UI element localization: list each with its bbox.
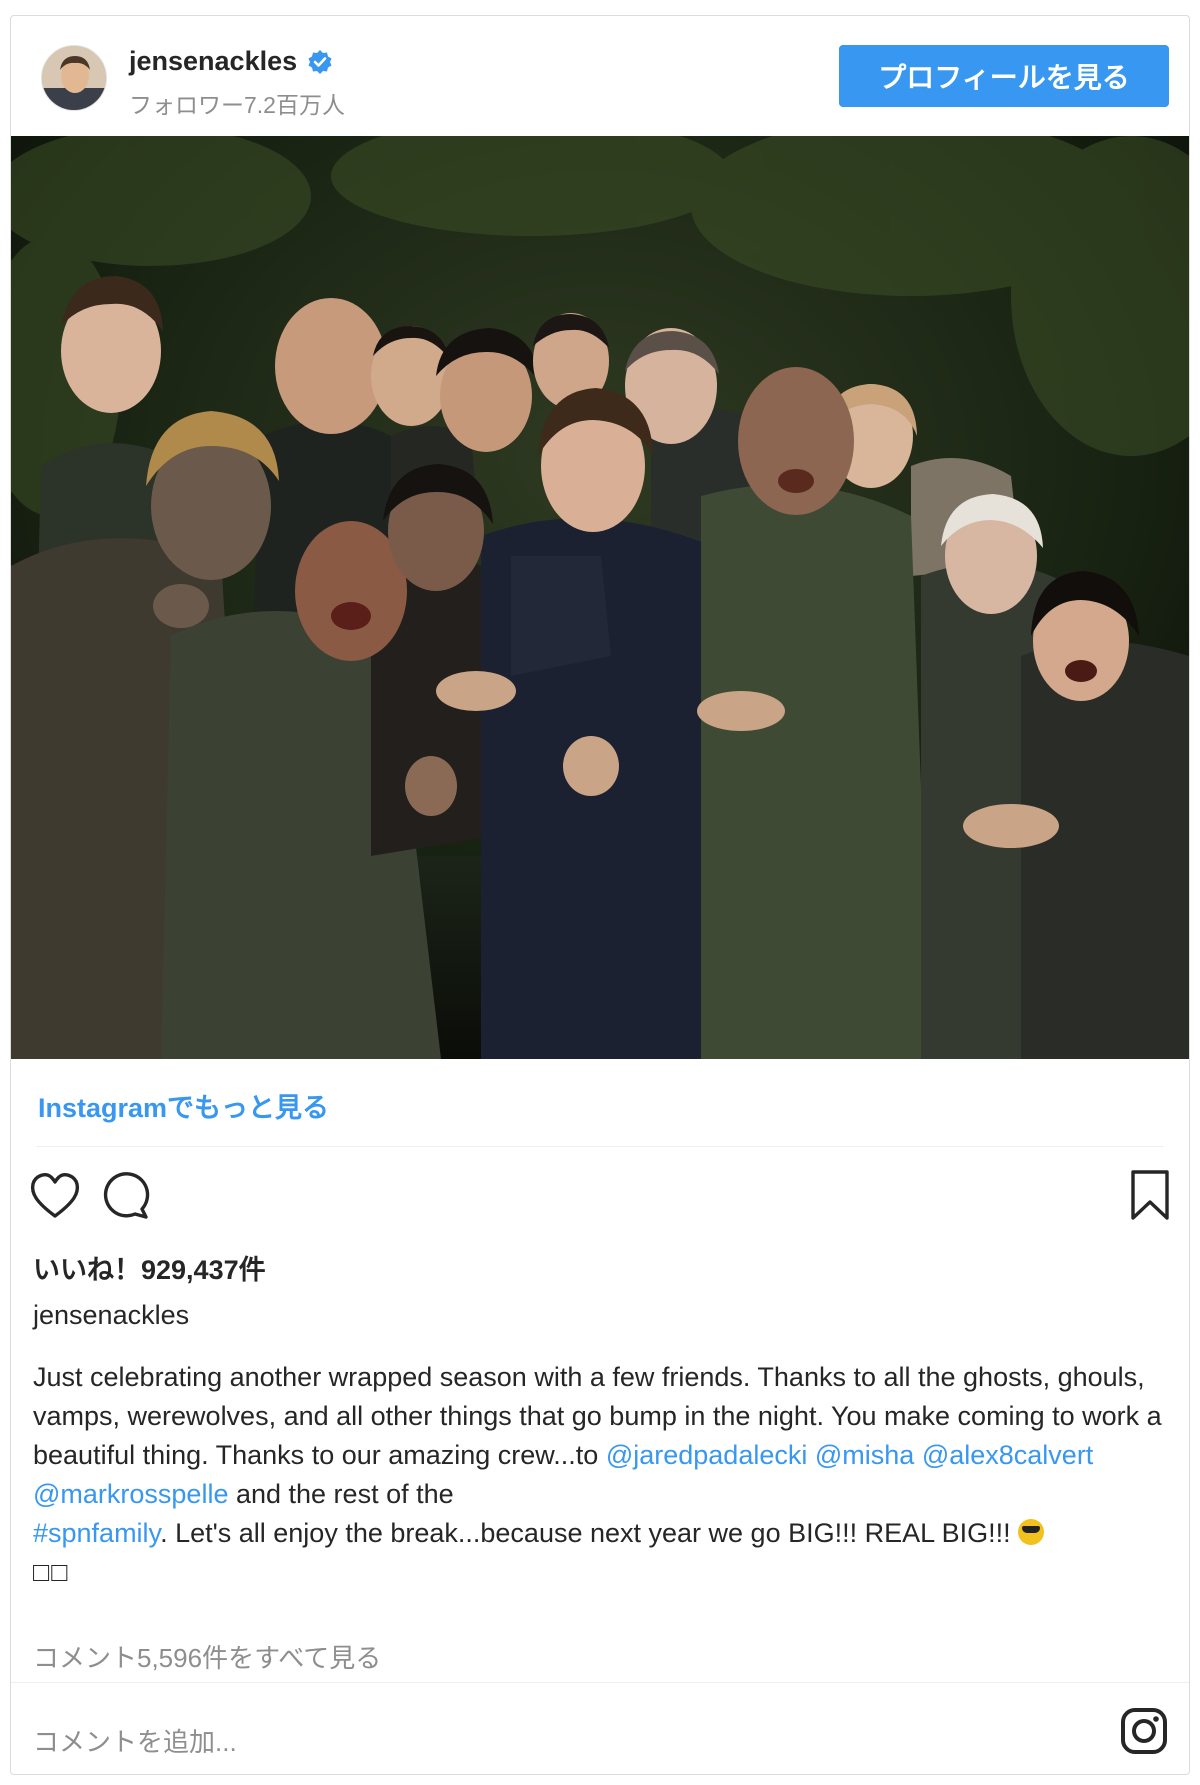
post-photo[interactable] — [11, 136, 1189, 1059]
comment-icon[interactable] — [96, 1166, 154, 1224]
mention-link[interactable]: @alex8calvert — [922, 1440, 1093, 1470]
instagram-logo-icon[interactable] — [1119, 1706, 1169, 1756]
sunglasses-emoji-icon — [1018, 1519, 1045, 1545]
add-comment-input[interactable]: コメントを追加... — [33, 1722, 237, 1759]
bookmark-icon[interactable] — [1121, 1166, 1179, 1224]
follower-count: フォロワー7.2百万人 — [129, 92, 345, 118]
mention-link[interactable]: @misha — [815, 1440, 914, 1470]
username[interactable]: jensenackles — [129, 46, 297, 77]
like-count[interactable]: いいね！929,437件 — [33, 1248, 266, 1287]
group-photo-image — [11, 136, 1189, 1059]
mention-link[interactable]: @jaredpadalecki — [606, 1440, 808, 1470]
post-caption: Just celebrating another wrapped season … — [33, 1358, 1163, 1592]
divider — [36, 1146, 1164, 1147]
instagram-embed-card: jensenackles フォロワー7.2百万人 プロフィールを見る Insta… — [10, 15, 1190, 1775]
mention-link[interactable]: @markrosspelle — [33, 1479, 228, 1509]
avatar[interactable] — [41, 45, 107, 111]
post-header: jensenackles フォロワー7.2百万人 プロフィールを見る — [11, 16, 1189, 134]
hashtag-link[interactable]: #spnfamily — [33, 1518, 160, 1548]
view-more-on-instagram-link[interactable]: Instagramでもっと見る — [38, 1086, 329, 1125]
view-profile-button[interactable]: プロフィールを見る — [839, 45, 1169, 107]
action-bar — [11, 1166, 1189, 1226]
caption-text: . Let's all enjoy the break...because ne… — [160, 1518, 1019, 1548]
caption-username[interactable]: jensenackles — [33, 1300, 189, 1331]
view-all-comments-link[interactable]: コメント5,596件をすべて見る — [33, 1638, 381, 1675]
heart-icon[interactable] — [26, 1166, 84, 1224]
verified-badge-icon — [308, 49, 332, 74]
unrendered-emoji: □□ — [33, 1557, 70, 1587]
username-row: jensenackles — [129, 46, 333, 77]
divider — [11, 1682, 1189, 1683]
caption-text: and the rest of the — [228, 1479, 454, 1509]
